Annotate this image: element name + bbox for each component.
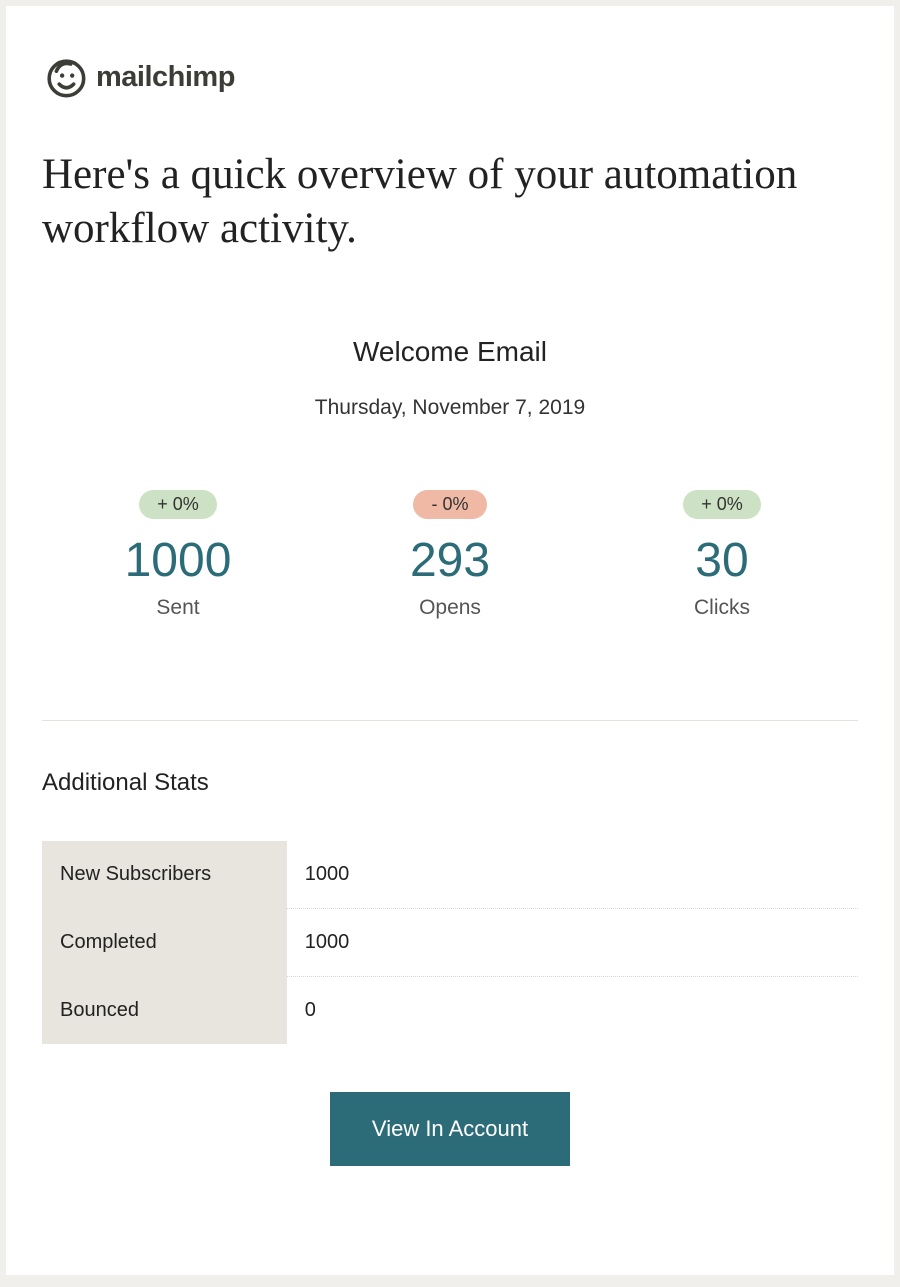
table-row: New Subscribers 1000 <box>42 841 858 909</box>
metrics-row: + 0% 1000 Sent - 0% 293 Opens + 0% 30 Cl… <box>42 490 858 620</box>
section-divider <box>42 720 858 721</box>
report-card: mailchimp Here's a quick overview of you… <box>6 6 894 1275</box>
stat-value: 1000 <box>287 908 858 976</box>
metric-label: Clicks <box>586 596 858 620</box>
page-headline: Here's a quick overview of your automati… <box>42 148 858 256</box>
stat-value: 0 <box>287 976 858 1044</box>
metric-value: 293 <box>314 533 586 588</box>
stat-label: New Subscribers <box>42 841 287 909</box>
metric-value: 30 <box>586 533 858 588</box>
brand-logo: mailchimp <box>42 54 858 100</box>
metric-sent: + 0% 1000 Sent <box>42 490 314 620</box>
campaign-date: Thursday, November 7, 2019 <box>42 396 858 420</box>
metric-value: 1000 <box>42 533 314 588</box>
additional-stats-heading: Additional Stats <box>42 769 858 797</box>
mailchimp-icon <box>42 54 88 100</box>
stat-value: 1000 <box>287 841 858 909</box>
metric-label: Opens <box>314 596 586 620</box>
metric-delta-badge: + 0% <box>139 490 217 519</box>
campaign-title: Welcome Email <box>42 336 858 368</box>
cta-container: View In Account <box>42 1092 858 1166</box>
metric-opens: - 0% 293 Opens <box>314 490 586 620</box>
stat-label: Bounced <box>42 976 287 1044</box>
table-row: Bounced 0 <box>42 976 858 1044</box>
brand-wordmark: mailchimp <box>96 61 235 94</box>
table-row: Completed 1000 <box>42 908 858 976</box>
metric-label: Sent <box>42 596 314 620</box>
metric-delta-badge: - 0% <box>413 490 486 519</box>
stat-label: Completed <box>42 908 287 976</box>
metric-clicks: + 0% 30 Clicks <box>586 490 858 620</box>
additional-stats-table: New Subscribers 1000 Completed 1000 Boun… <box>42 841 858 1044</box>
view-in-account-button[interactable]: View In Account <box>330 1092 570 1166</box>
metric-delta-badge: + 0% <box>683 490 761 519</box>
